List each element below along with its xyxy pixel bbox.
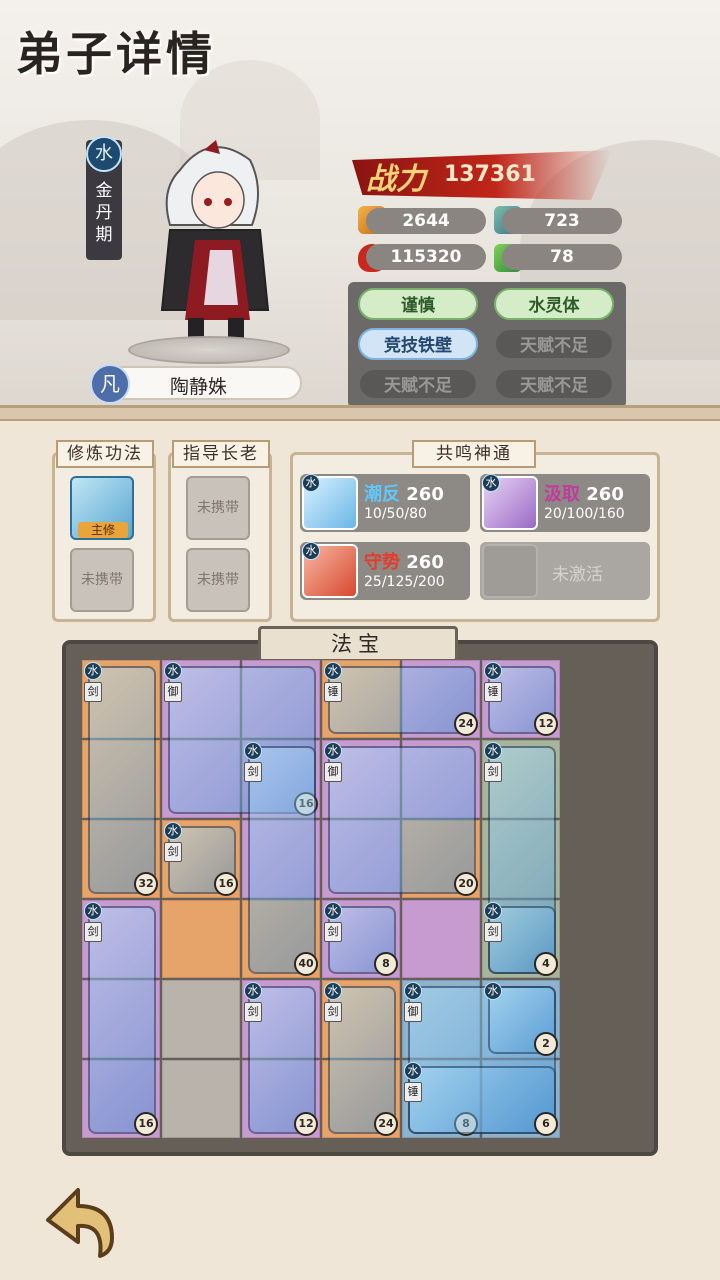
stat-hp: 115320 (366, 244, 486, 270)
grid-cell (402, 900, 480, 978)
treasure-title: 法宝 (258, 626, 458, 662)
divider (0, 405, 720, 421)
treasure-level: 32 (134, 872, 158, 896)
talent-6[interactable]: 天赋不足 (494, 368, 614, 400)
element-icon: 水 (84, 662, 102, 680)
rank-badge: 凡 (90, 364, 130, 404)
resonance-skill-2[interactable]: 水 汲取 260 20/100/160 (480, 474, 650, 532)
mentor-slot-2[interactable]: 未携带 (186, 548, 250, 612)
talent-5[interactable]: 天赋不足 (358, 368, 478, 400)
page-title: 弟子详情 (16, 27, 216, 81)
treasure-type-tag: 剑 (244, 1002, 262, 1022)
treasure-type-tag: 剑 (324, 1002, 342, 1022)
character-pedestal (128, 336, 290, 364)
treasure-level: 12 (534, 712, 558, 736)
treasure-level: 24 (454, 712, 478, 736)
element-icon: 水 (484, 982, 502, 1000)
treasure-level: 16 (214, 872, 238, 896)
element-icon: 水 (86, 136, 122, 172)
element-icon: 水 (164, 822, 182, 840)
technique-empty-slot[interactable]: 未携带 (70, 548, 134, 612)
talent-2[interactable]: 水灵体 (494, 288, 614, 320)
resonance-inactive: 未激活 (480, 542, 650, 600)
treasure-type-tag: 剑 (484, 762, 502, 782)
disciple-name: 陶静姝 (170, 376, 228, 398)
stat-attack: 2644 (366, 208, 486, 234)
treasure-level: 16 (134, 1112, 158, 1136)
realm-badge: 水 金 丹 期 (86, 136, 122, 260)
element-icon: 水 (404, 982, 422, 1000)
treasure-level: 2 (534, 1032, 558, 1056)
element-icon: 水 (324, 662, 342, 680)
grid-cell (162, 980, 240, 1058)
treasure-level: 4 (534, 952, 558, 976)
name-plate: 凡 陶静姝 (90, 364, 302, 404)
talent-panel: 谨慎 水灵体 竞技铁壁 天赋不足 天赋不足 天赋不足 (348, 282, 626, 408)
treasure-type-tag: 锤 (484, 682, 502, 702)
mentor-title: 指导长老 (172, 440, 270, 468)
element-icon: 水 (244, 742, 262, 760)
treasure-type-tag: 御 (164, 682, 182, 702)
treasure-type-tag: 锤 (324, 682, 342, 702)
element-icon: 水 (324, 902, 342, 920)
resonance-title: 共鸣神通 (412, 440, 536, 468)
treasure-level: 20 (454, 872, 478, 896)
element-icon: 水 (164, 662, 182, 680)
element-icon: 水 (324, 742, 342, 760)
technique-slot[interactable]: 主修 (70, 476, 134, 540)
treasure-level: 24 (374, 1112, 398, 1136)
back-button[interactable] (38, 1180, 118, 1260)
cultivation-title: 修炼功法 (56, 440, 154, 468)
talent-4[interactable]: 天赋不足 (494, 328, 614, 360)
grid-cell (162, 1060, 240, 1138)
element-icon: 水 (484, 902, 502, 920)
treasure-type-tag: 御 (404, 1002, 422, 1022)
treasure-level: 8 (374, 952, 398, 976)
talent-1[interactable]: 谨慎 (358, 288, 478, 320)
treasure-type-tag: 御 (324, 762, 342, 782)
combat-power-value: 137361 (444, 162, 536, 187)
element-icon: 水 (84, 902, 102, 920)
element-icon: 水 (484, 742, 502, 760)
stat-defense: 723 (502, 208, 622, 234)
resonance-skill-3[interactable]: 水 守势 260 25/125/200 (300, 542, 470, 600)
talent-3[interactable]: 竞技铁壁 (358, 328, 478, 360)
main-technique-tag: 主修 (78, 522, 128, 538)
element-icon: 水 (324, 982, 342, 1000)
treasure-type-tag: 剑 (84, 682, 102, 702)
treasure-level: 6 (534, 1112, 558, 1136)
mentor-slot-1[interactable]: 未携带 (186, 476, 250, 540)
element-icon: 水 (244, 982, 262, 1000)
grid-cell (162, 900, 240, 978)
treasure-type-tag: 剑 (164, 842, 182, 862)
treasure-type-tag: 剑 (84, 922, 102, 942)
element-icon: 水 (404, 1062, 422, 1080)
treasure-type-tag: 剑 (244, 762, 262, 782)
resonance-skill-1[interactable]: 水 潮反 260 10/50/80 (300, 474, 470, 532)
treasure-item[interactable] (328, 746, 476, 894)
element-icon: 水 (484, 662, 502, 680)
treasure-level: 12 (294, 1112, 318, 1136)
stat-speed: 78 (502, 244, 622, 270)
treasure-type-tag: 锤 (404, 1082, 422, 1102)
treasure-type-tag: 剑 (324, 922, 342, 942)
treasure-type-tag: 剑 (484, 922, 502, 942)
treasure-level: 40 (294, 952, 318, 976)
character-portrait[interactable] (140, 130, 280, 360)
